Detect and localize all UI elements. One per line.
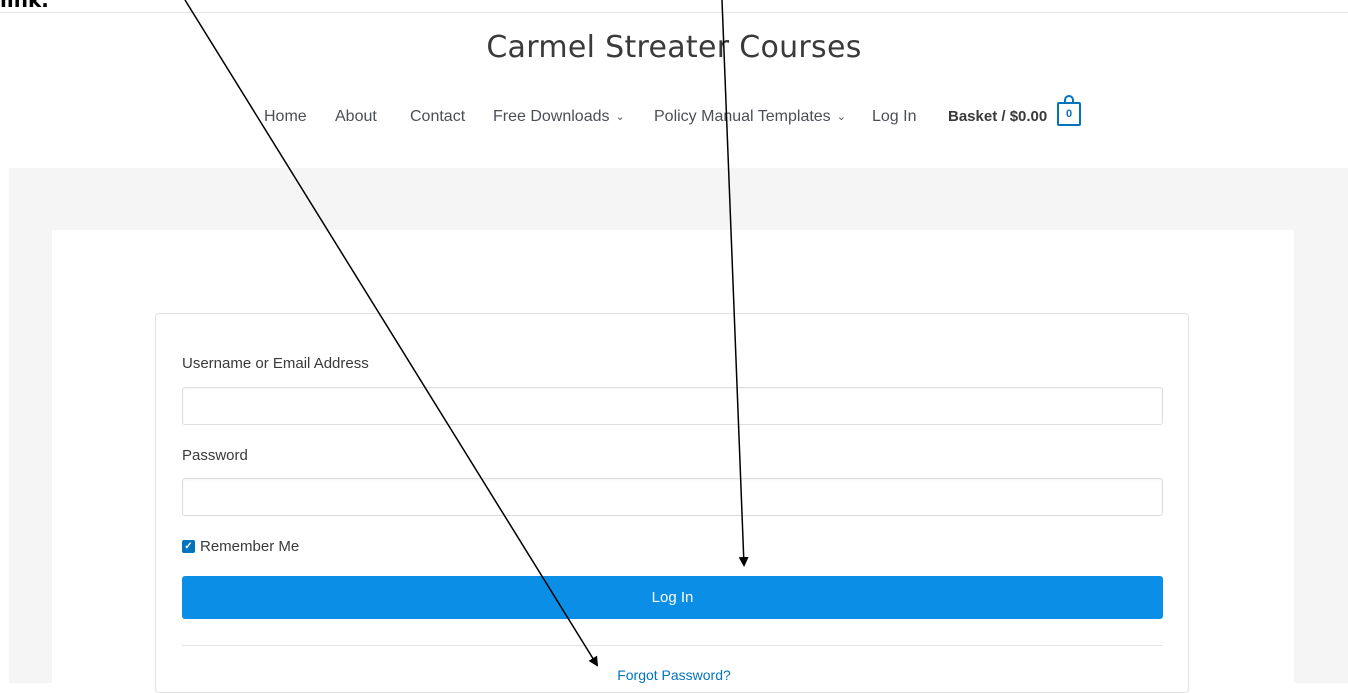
nav-item-home[interactable]: Home bbox=[264, 108, 307, 126]
basket-link[interactable]: Basket / $0.00 bbox=[948, 108, 1047, 125]
remember-me-label[interactable]: Remember Me bbox=[200, 538, 299, 555]
basket-label: Basket / $0.00 bbox=[948, 108, 1048, 125]
nav-item-label: Free Downloads bbox=[493, 108, 610, 125]
nav-item-free-downloads[interactable]: Free Downloads ⌄ bbox=[493, 108, 625, 126]
log-in-button[interactable]: Log In bbox=[182, 576, 1163, 619]
annotation-text: link. bbox=[0, 0, 49, 12]
remember-me-option[interactable]: ✓ Remember Me bbox=[182, 538, 299, 555]
forgot-password-label[interactable]: Forgot Password? bbox=[617, 667, 731, 683]
bag-handle bbox=[1064, 95, 1074, 103]
nav-item-policy-manual-templates[interactable]: Policy Manual Templates ⌄ bbox=[654, 108, 846, 126]
username-input[interactable] bbox=[182, 387, 1163, 425]
basket-count: 0 bbox=[1065, 108, 1073, 120]
forgot-password-link[interactable]: Forgot Password? bbox=[0, 667, 1348, 683]
nav-item-label: Log In bbox=[872, 108, 917, 125]
shopping-bag-icon[interactable]: 0 bbox=[1057, 95, 1081, 126]
nav-item-label: Contact bbox=[410, 108, 466, 125]
nav-item-about[interactable]: About bbox=[335, 108, 377, 126]
nav-item-label: About bbox=[335, 108, 377, 125]
form-divider bbox=[182, 645, 1163, 646]
nav-item-contact[interactable]: Contact bbox=[410, 108, 465, 126]
password-label: Password bbox=[182, 447, 248, 464]
nav-item-label: Home bbox=[264, 108, 307, 125]
site-title[interactable]: Carmel Streater Courses bbox=[0, 30, 1348, 65]
header-divider bbox=[0, 12, 1348, 13]
password-input[interactable] bbox=[182, 478, 1163, 516]
checkbox-checked-icon[interactable]: ✓ bbox=[182, 540, 195, 553]
chevron-down-icon: ⌄ bbox=[836, 111, 846, 123]
username-label: Username or Email Address bbox=[182, 355, 369, 372]
chevron-down-icon: ⌄ bbox=[615, 111, 625, 123]
nav-item-label: Policy Manual Templates bbox=[654, 108, 831, 125]
nav-item-log-in[interactable]: Log In bbox=[872, 108, 916, 126]
